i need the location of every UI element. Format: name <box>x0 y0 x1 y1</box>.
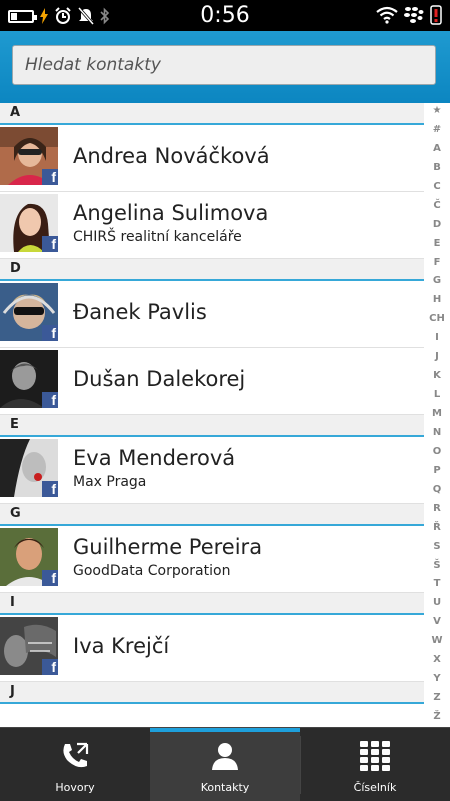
tab-label: Kontakty <box>200 781 250 794</box>
facebook-icon: f <box>42 570 58 586</box>
contact-row[interactable]: f Iva Krejčí <box>0 615 424 682</box>
contact-company: Max Praga <box>73 474 147 490</box>
tab-kontakty[interactable]: Kontakty <box>150 728 300 801</box>
section-header-e: E <box>0 415 424 437</box>
contact-name: Đanek Pavlis <box>73 300 207 324</box>
facebook-icon: f <box>42 481 58 497</box>
contact-name: Dušan Dalekorej <box>73 367 246 391</box>
section-header-i: I <box>0 593 424 615</box>
index-letter[interactable]: H <box>433 294 441 306</box>
avatar: f <box>0 127 58 185</box>
index-letter[interactable]: C <box>433 181 440 193</box>
tab-ciselnik[interactable]: Číselník <box>300 728 450 801</box>
contact-name: Eva Menderová <box>73 446 236 470</box>
status-bar: 0:56 <box>0 0 450 31</box>
index-letter[interactable]: S <box>433 541 440 553</box>
section-header-a: A <box>0 103 424 125</box>
contact-row[interactable]: f Guilherme Pereira GoodData Corporation <box>0 526 424 593</box>
contact-name: Guilherme Pereira <box>73 535 263 559</box>
bottom-tab-bar: Hovory Kontakty Číselník <box>0 727 450 801</box>
tab-label: Hovory <box>55 781 95 794</box>
index-letter[interactable]: G <box>433 275 441 287</box>
avatar: f <box>0 350 58 408</box>
index-letter[interactable]: U <box>433 597 441 609</box>
contact-name: Andrea Nováčková <box>73 144 270 168</box>
contact-row[interactable]: f Đanek Pavlis <box>0 281 424 348</box>
contact-row[interactable]: f Dušan Dalekorej <box>0 348 424 415</box>
index-letter[interactable]: L <box>434 389 440 401</box>
index-letter[interactable]: D <box>433 219 441 231</box>
contact-name: Angelina Sulimova <box>73 201 269 225</box>
index-letter[interactable]: Y <box>433 673 440 685</box>
index-letter[interactable]: B <box>433 162 441 174</box>
index-letter[interactable]: CH <box>429 313 445 325</box>
index-letter[interactable]: E <box>434 238 441 250</box>
contact-row[interactable]: f Angelina Sulimova CHIRŠ realitní kance… <box>0 192 424 259</box>
notification-alert-icon <box>430 5 442 25</box>
facebook-icon: f <box>42 659 58 675</box>
avatar: f <box>0 617 58 675</box>
facebook-icon: f <box>42 236 58 252</box>
index-letter[interactable]: A <box>433 143 441 155</box>
index-letter[interactable]: # <box>433 124 441 136</box>
index-letter[interactable]: X <box>433 654 441 666</box>
section-header-d: D <box>0 259 424 281</box>
tab-hovory[interactable]: Hovory <box>0 728 150 801</box>
wifi-icon <box>376 6 398 24</box>
index-letter[interactable]: Ř <box>433 522 441 534</box>
avatar: f <box>0 439 58 497</box>
facebook-icon: f <box>42 392 58 408</box>
index-letter[interactable]: T <box>434 578 441 590</box>
facebook-icon: f <box>42 325 58 341</box>
contact-row[interactable]: f Eva Menderová Max Praga <box>0 437 424 504</box>
index-letter[interactable]: I <box>435 332 439 344</box>
index-letter[interactable]: R <box>433 503 441 515</box>
alphabet-index[interactable]: ★ # A B C Č D E F G H CH I J K L M N O P… <box>424 103 450 725</box>
index-letter[interactable]: P <box>433 465 440 477</box>
blackberry-logo-icon <box>404 7 424 23</box>
status-icons-right <box>376 5 442 25</box>
avatar: f <box>0 528 58 586</box>
contact-list[interactable]: A f Andrea Nováčková f Angelina Sulimova… <box>0 103 424 704</box>
index-letter[interactable]: O <box>433 446 442 458</box>
header: Hledat kontakty <box>0 31 450 103</box>
index-letter[interactable]: N <box>433 427 441 439</box>
phone-calls-icon <box>63 742 89 768</box>
index-letter[interactable]: M <box>432 408 442 420</box>
index-letter[interactable]: ★ <box>433 105 442 117</box>
index-letter[interactable]: Ž <box>433 711 440 723</box>
index-letter[interactable]: J <box>435 351 439 363</box>
index-letter[interactable]: K <box>433 370 441 382</box>
search-input[interactable]: Hledat kontakty <box>12 45 436 85</box>
index-letter[interactable]: Q <box>433 484 442 496</box>
contact-row[interactable]: f Andrea Nováčková <box>0 125 424 192</box>
contact-person-icon <box>212 743 238 770</box>
contact-company: GoodData Corporation <box>73 563 231 579</box>
section-header-j: J <box>0 682 424 704</box>
tab-label: Číselník <box>353 781 397 794</box>
index-letter[interactable]: W <box>431 635 442 647</box>
index-letter[interactable]: V <box>433 616 441 628</box>
avatar: f <box>0 194 58 252</box>
index-letter[interactable]: Z <box>433 692 440 704</box>
index-letter[interactable]: Š <box>433 560 440 572</box>
dialpad-icon <box>360 741 390 771</box>
index-letter[interactable]: F <box>434 257 441 269</box>
facebook-icon: f <box>42 169 58 185</box>
contact-name: Iva Krejčí <box>73 634 170 658</box>
contact-company: CHIRŠ realitní kanceláře <box>73 229 242 245</box>
index-letter[interactable]: Č <box>433 200 440 212</box>
section-header-g: G <box>0 504 424 526</box>
avatar: f <box>0 283 58 341</box>
